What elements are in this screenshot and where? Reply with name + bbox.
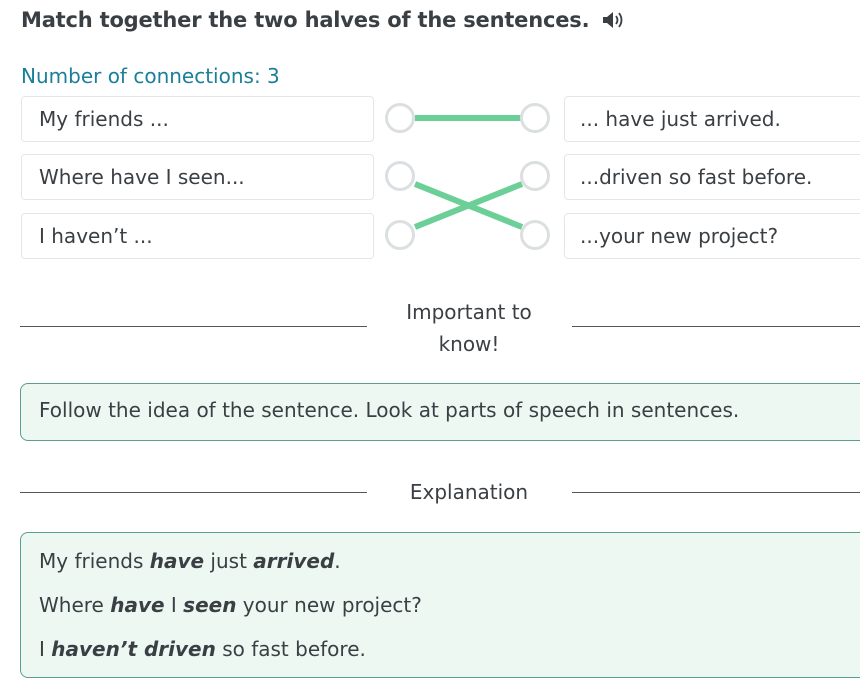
emphasized-text: have xyxy=(110,593,165,617)
right-connector[interactable] xyxy=(520,103,550,133)
emphasized-text: seen xyxy=(183,593,237,617)
emphasized-text: have xyxy=(149,549,205,573)
important-heading-line: know! xyxy=(438,332,500,356)
plain-text: My friends xyxy=(39,549,150,573)
plain-text: I xyxy=(39,637,52,661)
connection-lines xyxy=(413,115,524,230)
divider-line xyxy=(20,326,367,327)
plain-text: your new project? xyxy=(236,593,422,617)
tip-text: Follow the idea of the sentence. Look at… xyxy=(39,398,740,422)
plain-text: so fast before. xyxy=(215,637,366,661)
emphasized-text: haven’t driven xyxy=(51,637,216,661)
left-connector[interactable] xyxy=(385,161,415,191)
plain-text: Where xyxy=(39,593,111,617)
important-heading: Important to know! xyxy=(367,296,571,360)
explanation-box: My friends have just arrived. Where have … xyxy=(20,532,860,678)
plain-text: . xyxy=(334,549,341,573)
divider-line xyxy=(572,326,860,327)
emphasized-text: arrived xyxy=(253,549,335,573)
divider-line xyxy=(20,492,367,493)
divider-line xyxy=(572,492,860,493)
right-connector[interactable] xyxy=(520,220,550,250)
explanation-heading: Explanation xyxy=(409,480,529,504)
explanation-sentence: My friends have just arrived. xyxy=(39,545,860,589)
plain-text: just xyxy=(204,549,254,573)
plain-text: I xyxy=(164,593,184,617)
explanation-sentence: Where have I seen your new project? xyxy=(39,589,860,633)
explanation-sentence: I haven’t driven so fast before. xyxy=(39,633,860,677)
important-heading-line: Important to xyxy=(406,300,532,324)
left-connector[interactable] xyxy=(385,103,415,133)
left-connector[interactable] xyxy=(385,220,415,250)
right-connector[interactable] xyxy=(520,161,550,191)
tip-box: Follow the idea of the sentence. Look at… xyxy=(20,383,860,441)
